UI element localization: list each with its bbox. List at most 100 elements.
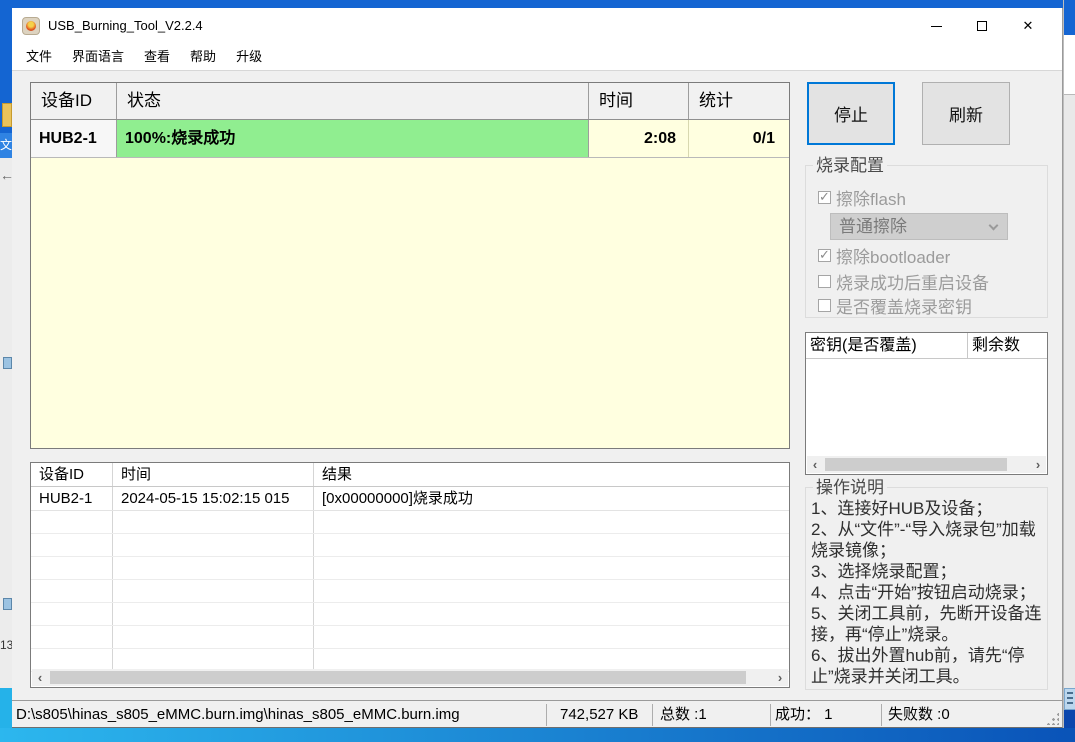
failed-count: 失败数 :0 (888, 706, 950, 723)
log-time: 2024-05-15 15:02:15 015 (113, 487, 314, 510)
checkbox-icon (818, 274, 831, 288)
desktop-right-strip (1063, 0, 1075, 742)
log-empty-row (31, 557, 789, 580)
close-button[interactable]: ✕ (1005, 8, 1051, 44)
column-header-remaining: 剩余数 (972, 337, 1021, 354)
minimize-button[interactable] (913, 8, 959, 44)
status-separator (546, 704, 547, 726)
device-id-cell: HUB2-1 (31, 120, 117, 157)
time-cell: 2:08 (589, 120, 689, 157)
column-header-key: 密钥(是否覆盖) (806, 333, 968, 358)
scroll-left-icon[interactable]: ‹ (807, 456, 823, 473)
scroll-right-icon[interactable]: › (1030, 456, 1046, 473)
checkbox-label: 擦除flash (836, 189, 906, 209)
background-text: 13 (0, 638, 12, 652)
key-table-hscrollbar[interactable]: ‹ › (807, 456, 1046, 473)
desktop-left-strip: 文 ← 13 (0, 0, 12, 742)
instruction-line: 2、从“文件”-“导入烧录包”加载烧录镜像； (811, 520, 1036, 560)
menu-item-view[interactable]: 查看 (136, 44, 178, 70)
status-separator (881, 704, 882, 726)
column-header-device-id: 设备ID (31, 83, 117, 119)
log-table-header: 设备ID 时间 结果 (31, 463, 789, 487)
table-row[interactable]: HUB2-1 100%:烧录成功 2:08 0/1 (31, 120, 789, 158)
column-header-device-id: 设备ID (31, 463, 113, 486)
checkbox-erase-bootloader[interactable]: 擦除bootloader (818, 246, 950, 267)
chevron-down-icon (988, 220, 999, 231)
column-header-time: 时间 (113, 463, 314, 486)
instruction-line: 4、点击“开始”按钮启动烧录； (811, 583, 1036, 602)
maximize-button[interactable] (959, 8, 1005, 44)
scrollbar-thumb[interactable] (50, 671, 746, 684)
image-size: 742,527 KB (560, 706, 639, 723)
burn-config-title: 烧录配置 (813, 156, 887, 175)
menu-item-language[interactable]: 界面语言 (64, 44, 132, 70)
monitor-icon (3, 598, 12, 610)
log-empty-row (31, 511, 789, 534)
instructions-title: 操作说明 (813, 478, 887, 497)
erase-mode-value: 普通擦除 (839, 217, 907, 236)
total-count: 总数 :1 (660, 706, 707, 723)
checkbox-icon (818, 298, 831, 312)
log-empty-row (31, 534, 789, 557)
menu-item-help[interactable]: 帮助 (182, 44, 224, 70)
window-fragment (1064, 35, 1075, 95)
maximize-icon (977, 21, 987, 31)
status-separator (770, 704, 771, 726)
desktop-fragment (1064, 0, 1075, 35)
status-separator (652, 704, 653, 726)
scrollbar-thumb[interactable] (825, 458, 1007, 471)
close-icon: ✕ (1022, 18, 1034, 33)
stats-cell: 0/1 (689, 120, 789, 157)
erase-mode-dropdown[interactable]: 普通擦除 (830, 213, 1008, 240)
title-bar: USB_Burning_Tool_V2.2.4 ✕ (12, 8, 1062, 44)
instructions-text: 1、连接好HUB及设备； 2、从“文件”-“导入烧录包”加载烧录镜像； 3、选择… (811, 498, 1044, 687)
instruction-line: 1、连接好HUB及设备； (811, 499, 993, 518)
instruction-line: 6、拔出外置hub前，请先“停止”烧录并关闭工具。 (811, 646, 1025, 686)
device-table: 设备ID 状态 时间 统计 HUB2-1 100%:烧录成功 2:08 0/1 (30, 82, 790, 449)
column-header-stats: 统计 (699, 91, 733, 110)
menu-item-file[interactable]: 文件 (18, 44, 60, 70)
checkbox-reboot-after-success[interactable]: 烧录成功后重启设备 (818, 272, 989, 293)
log-empty-row (31, 603, 789, 626)
menu-item-upgrade[interactable]: 升级 (228, 44, 270, 70)
desktop-top-strip (0, 0, 1075, 8)
desktop-bottom-strip (0, 728, 1075, 742)
device-table-header: 设备ID 状态 时间 统计 (31, 83, 789, 120)
scroll-left-icon[interactable]: ‹ (32, 669, 48, 686)
progress-cell: 100%:烧录成功 (117, 120, 589, 157)
back-arrow-icon: ← (0, 167, 12, 183)
status-bar: D:\s805\hinas_s805_eMMC.burn.img\hinas_s… (12, 700, 1062, 728)
checkbox-icon (818, 247, 831, 263)
column-header-result: 结果 (322, 466, 353, 483)
key-table: 密钥(是否覆盖) 剩余数 ‹ › (805, 332, 1048, 475)
log-result: [0x00000000]烧录成功 (322, 490, 473, 507)
app-window: USB_Burning_Tool_V2.2.4 ✕ 文件 界面语言 查看 帮助 … (12, 8, 1063, 728)
log-device-id: HUB2-1 (31, 487, 113, 510)
log-hscrollbar[interactable]: ‹ › (32, 669, 788, 686)
app-icon (22, 17, 40, 35)
folder-icon (2, 103, 12, 127)
desktop-icon-label: 文 (0, 133, 12, 158)
instructions-group: 操作说明 1、连接好HUB及设备； 2、从“文件”-“导入烧录包”加载烧录镜像；… (805, 478, 1048, 690)
resize-grip-icon[interactable] (1046, 712, 1059, 725)
checkbox-label: 擦除bootloader (836, 247, 951, 267)
checkbox-erase-flash[interactable]: 擦除flash (818, 188, 906, 209)
log-table: 设备ID 时间 结果 HUB2-1 2024-05-15 15:02:15 01… (30, 462, 790, 688)
checkbox-icon (818, 189, 831, 205)
minimize-icon (930, 25, 942, 27)
refresh-button[interactable]: 刷新 (922, 82, 1010, 145)
checkbox-overwrite-key[interactable]: 是否覆盖烧录密钥 (818, 296, 972, 317)
column-header-status: 状态 (117, 83, 589, 119)
log-empty-row (31, 580, 789, 603)
stop-button[interactable]: 停止 (807, 82, 895, 145)
scroll-right-icon[interactable]: › (772, 669, 788, 686)
desktop: 文 ← 13 USB_Burning_Tool_V2.2.4 ✕ 文件 界面语言… (0, 0, 1075, 742)
window-title: USB_Burning_Tool_V2.2.4 (48, 18, 203, 33)
success-count: 成功： 1 (775, 706, 833, 723)
instruction-line: 3、选择烧录配置； (811, 562, 957, 581)
taskbar-icon (1064, 688, 1075, 710)
menu-bar: 文件 界面语言 查看 帮助 升级 (12, 44, 1062, 71)
log-row[interactable]: HUB2-1 2024-05-15 15:02:15 015 [0x000000… (31, 487, 789, 511)
instruction-line: 5、关闭工具前，先断开设备连接，再“停止”烧录。 (811, 604, 1042, 644)
log-empty-row (31, 626, 789, 649)
